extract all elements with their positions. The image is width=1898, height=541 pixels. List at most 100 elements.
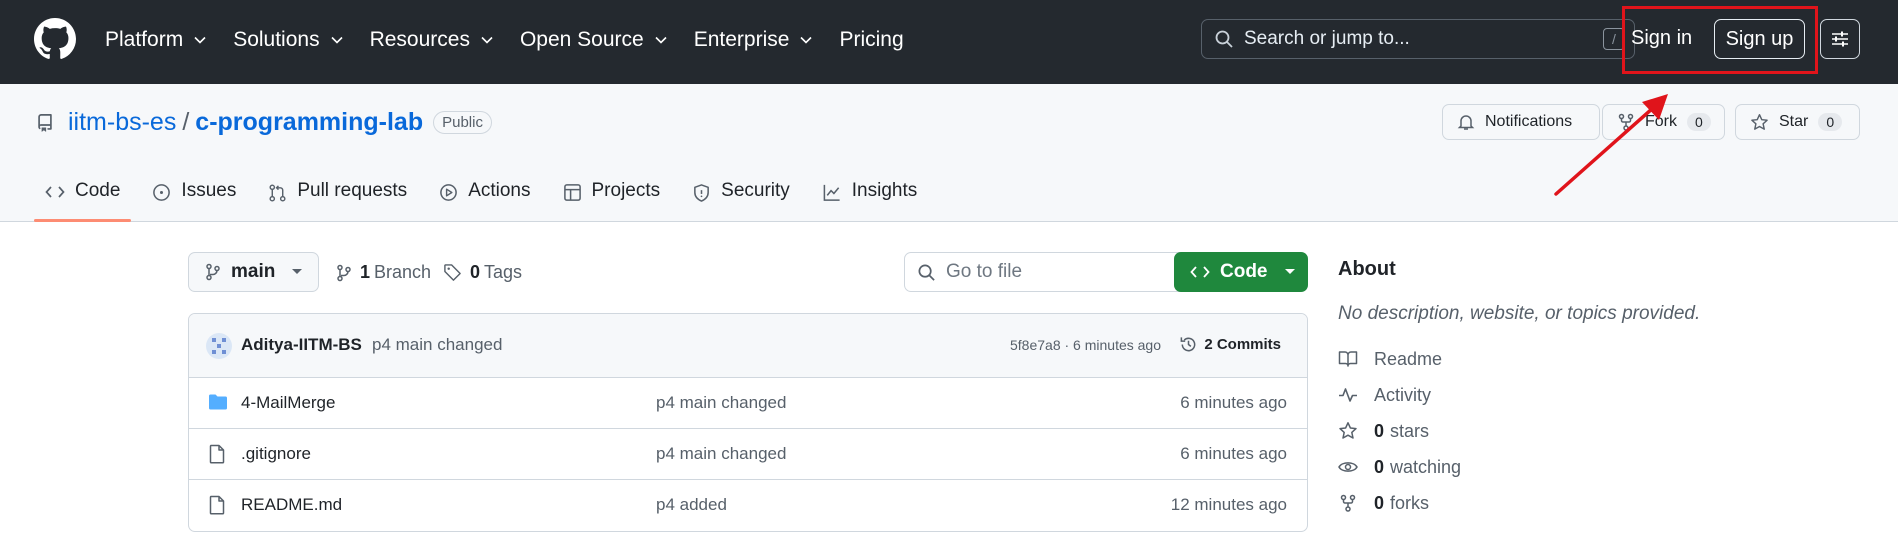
github-logo-icon[interactable] <box>34 18 76 60</box>
file-table: Aditya-IITM-BS p4 main changed 5f8e7a8 ·… <box>188 313 1308 532</box>
about-list: Readme Activity 0 stars 0 watching 0 for… <box>1338 341 1738 521</box>
tags-link[interactable]: 0 Tags <box>443 262 522 283</box>
nav-label: Platform <box>105 28 184 51</box>
tab-label: Projects <box>591 180 661 201</box>
tab-projects[interactable]: Projects <box>552 180 672 222</box>
global-header: Platform Solutions Resources Open Source… <box>0 0 1898 84</box>
file-commit-time: 6 minutes ago <box>1180 393 1287 412</box>
file-commit-message-link[interactable]: p4 added <box>656 495 727 515</box>
file-commit-time: 12 minutes ago <box>1170 495 1287 514</box>
chevron-down-icon <box>481 36 493 44</box>
go-to-file-input[interactable]: Go to file <box>904 252 1197 292</box>
appearance-settings-button[interactable] <box>1820 19 1860 59</box>
branch-selector[interactable]: main <box>188 252 319 292</box>
table-icon <box>563 184 581 201</box>
nav-open-source[interactable]: Open Source <box>520 28 668 52</box>
file-name-link[interactable]: .gitignore <box>241 444 311 464</box>
graph-icon <box>823 184 840 201</box>
file-icon <box>209 495 225 515</box>
star-label: Star <box>1779 113 1809 130</box>
sliders-icon <box>1832 31 1848 47</box>
branches-link[interactable]: 1 Branch <box>336 262 431 283</box>
commit-message-link[interactable]: p4 main changed <box>372 335 502 355</box>
star-icon <box>1339 422 1357 439</box>
tab-label: Issues <box>181 180 237 201</box>
repo-owner-link[interactable]: iitm-bs-es <box>68 108 176 137</box>
tag-count-label: Tags <box>484 262 523 282</box>
branch-count-label: Branch <box>374 262 432 282</box>
readme-link[interactable]: Readme <box>1338 341 1738 377</box>
visibility-badge: Public <box>433 111 492 134</box>
chevron-down-icon <box>655 36 667 44</box>
fork-icon <box>1340 494 1356 512</box>
tab-pull-requests[interactable]: Pull requests <box>257 180 418 222</box>
branch-icon <box>206 263 220 281</box>
stars-link[interactable]: 0 stars <box>1338 413 1738 449</box>
about-item-label: forks <box>1390 492 1430 513</box>
search-icon <box>1215 30 1233 48</box>
tab-insights[interactable]: Insights <box>811 180 928 222</box>
table-row: .gitignore p4 main changed 6 minutes ago <box>189 429 1307 480</box>
tag-icon <box>444 264 461 281</box>
commits-history-link[interactable]: 2 Commits <box>1179 335 1281 354</box>
table-row: README.md p4 added 12 minutes ago <box>189 480 1307 531</box>
file-commit-message-link[interactable]: p4 main changed <box>656 444 786 464</box>
avatar[interactable] <box>206 333 232 359</box>
nav-label: Enterprise <box>693 28 790 51</box>
tab-actions[interactable]: Actions <box>428 180 541 222</box>
book-icon <box>1338 351 1358 367</box>
go-to-file-placeholder: Go to file <box>946 261 1023 282</box>
nav-pricing[interactable]: Pricing <box>839 28 903 52</box>
search-input[interactable]: Search or jump to... / <box>1201 19 1635 59</box>
file-icon <box>209 444 225 464</box>
tab-code[interactable]: Code <box>34 180 132 222</box>
star-button[interactable]: Star 0 <box>1735 104 1860 140</box>
search-icon <box>918 264 935 281</box>
watching-link[interactable]: 0 watching <box>1338 449 1738 485</box>
activity-link[interactable]: Activity <box>1338 377 1738 413</box>
tab-label: Actions <box>468 180 531 201</box>
global-nav: Platform Solutions Resources Open Source… <box>105 0 930 80</box>
issue-icon <box>153 184 171 201</box>
about-title: About <box>1338 258 1396 280</box>
code-button-label: Code <box>1220 261 1268 282</box>
nav-label: Open Source <box>519 28 644 51</box>
file-name-link[interactable]: README.md <box>241 495 342 515</box>
repo-separator: / <box>182 108 190 136</box>
about-item-count: 0 <box>1374 492 1385 513</box>
repo-title: iitm-bs-es / c-programming-lab Public <box>36 108 492 137</box>
nav-platform[interactable]: Platform <box>105 28 207 52</box>
repo-name-link[interactable]: c-programming-lab <box>195 108 423 137</box>
commit-hash-time[interactable]: 5f8e7a8 · 6 minutes ago <box>1010 337 1161 353</box>
code-icon <box>1190 266 1210 278</box>
commits-count-label: 2 Commits <box>1204 336 1281 353</box>
about-item-label: Activity <box>1374 384 1432 405</box>
caret-down-icon <box>1284 269 1295 274</box>
nav-label: Resources <box>369 28 470 51</box>
file-name-link[interactable]: 4-MailMerge <box>241 393 335 413</box>
tab-label: Code <box>75 180 121 201</box>
chevron-down-icon <box>800 36 813 44</box>
search-placeholder: Search or jump to... <box>1244 28 1410 49</box>
nav-label: Pricing <box>839 28 904 51</box>
code-download-button[interactable]: Code <box>1174 252 1308 292</box>
about-item-label: stars <box>1390 420 1430 441</box>
chevron-down-icon <box>331 36 343 44</box>
tab-label: Insights <box>851 180 918 201</box>
tab-issues[interactable]: Issues <box>141 180 247 222</box>
nav-label: Solutions <box>233 28 320 51</box>
commit-author-link[interactable]: Aditya-IITM-BS <box>241 335 362 355</box>
forks-link[interactable]: 0 forks <box>1338 485 1738 521</box>
repo-icon <box>38 113 52 132</box>
branch-count: 1 <box>360 262 371 282</box>
annotation-arrow-icon <box>1554 94 1668 196</box>
history-icon <box>1180 337 1196 352</box>
chevron-down-icon <box>194 36 206 44</box>
table-row: 4-MailMerge p4 main changed 6 minutes ag… <box>189 378 1307 429</box>
nav-resources[interactable]: Resources <box>370 28 494 52</box>
tab-security[interactable]: Security <box>681 180 801 222</box>
nav-enterprise[interactable]: Enterprise <box>694 28 814 52</box>
file-commit-message-link[interactable]: p4 main changed <box>656 393 786 413</box>
tab-label: Pull requests <box>297 180 408 201</box>
nav-solutions[interactable]: Solutions <box>233 28 343 52</box>
